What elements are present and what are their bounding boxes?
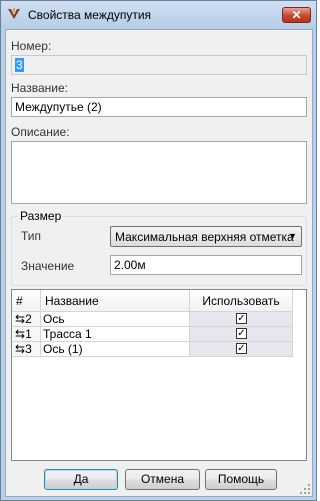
use-checkbox[interactable]: ✓ [236, 313, 247, 324]
table-row[interactable]: ⇆3 Ось (1) ✓ [12, 342, 306, 357]
type-label: Тип [21, 229, 42, 243]
window-title: Свойства междупутия [28, 8, 152, 22]
close-button[interactable]: ✕ [282, 7, 311, 23]
row-id: 1 [25, 327, 32, 341]
name-field[interactable]: Междупутье (2) [11, 97, 307, 117]
table: # Название Использовать ⇆2 Ось ✓ ⇆1 Трас… [11, 289, 307, 461]
number-field[interactable]: 3 [11, 55, 307, 75]
chevron-down-icon: ▼ [288, 231, 297, 241]
route-icon: ⇆ [15, 342, 26, 356]
column-header-use[interactable]: Использовать [190, 290, 293, 312]
column-header-id[interactable]: # [12, 290, 41, 312]
use-checkbox[interactable]: ✓ [236, 328, 247, 339]
description-label: Описание: [11, 125, 70, 139]
row-id: 3 [25, 342, 32, 356]
size-group-title: Размер [18, 209, 64, 223]
row-name: Ось [41, 312, 190, 327]
resize-grip-icon[interactable] [300, 484, 310, 494]
dialog-body: Номер: 3 Название: Междупутье (2) Описан… [5, 29, 313, 497]
route-icon: ⇆ [15, 312, 26, 326]
close-icon: ✕ [291, 8, 302, 22]
route-icon: ⇆ [15, 327, 26, 341]
table-row[interactable]: ⇆2 Ось ✓ [12, 312, 306, 327]
cancel-button[interactable]: Отмена [125, 469, 200, 490]
dialog-window: Свойства междупутия ✕ Номер: 3 Название:… [0, 0, 317, 501]
table-row[interactable]: ⇆1 Трасса 1 ✓ [12, 327, 306, 342]
value-label: Значение [21, 259, 75, 273]
app-icon [8, 8, 20, 19]
row-id: 2 [25, 312, 32, 326]
use-checkbox[interactable]: ✓ [236, 343, 247, 354]
ok-button[interactable]: Да [44, 469, 118, 490]
description-field[interactable] [11, 141, 307, 204]
type-select[interactable]: Максимальная верхняя отметка ▼ [110, 226, 302, 247]
row-name: Трасса 1 [41, 327, 190, 342]
row-name: Ось (1) [41, 342, 190, 357]
name-label: Название: [11, 81, 68, 95]
title-bar[interactable]: Свойства междупутия ✕ [1, 1, 316, 29]
value-field[interactable]: 2.00м [110, 255, 302, 275]
number-value: 3 [15, 58, 24, 72]
column-header-name[interactable]: Название [41, 290, 190, 312]
help-button[interactable]: Помощь [205, 469, 277, 490]
type-select-value: Максимальная верхняя отметка [115, 230, 294, 244]
number-label: Номер: [11, 39, 52, 53]
